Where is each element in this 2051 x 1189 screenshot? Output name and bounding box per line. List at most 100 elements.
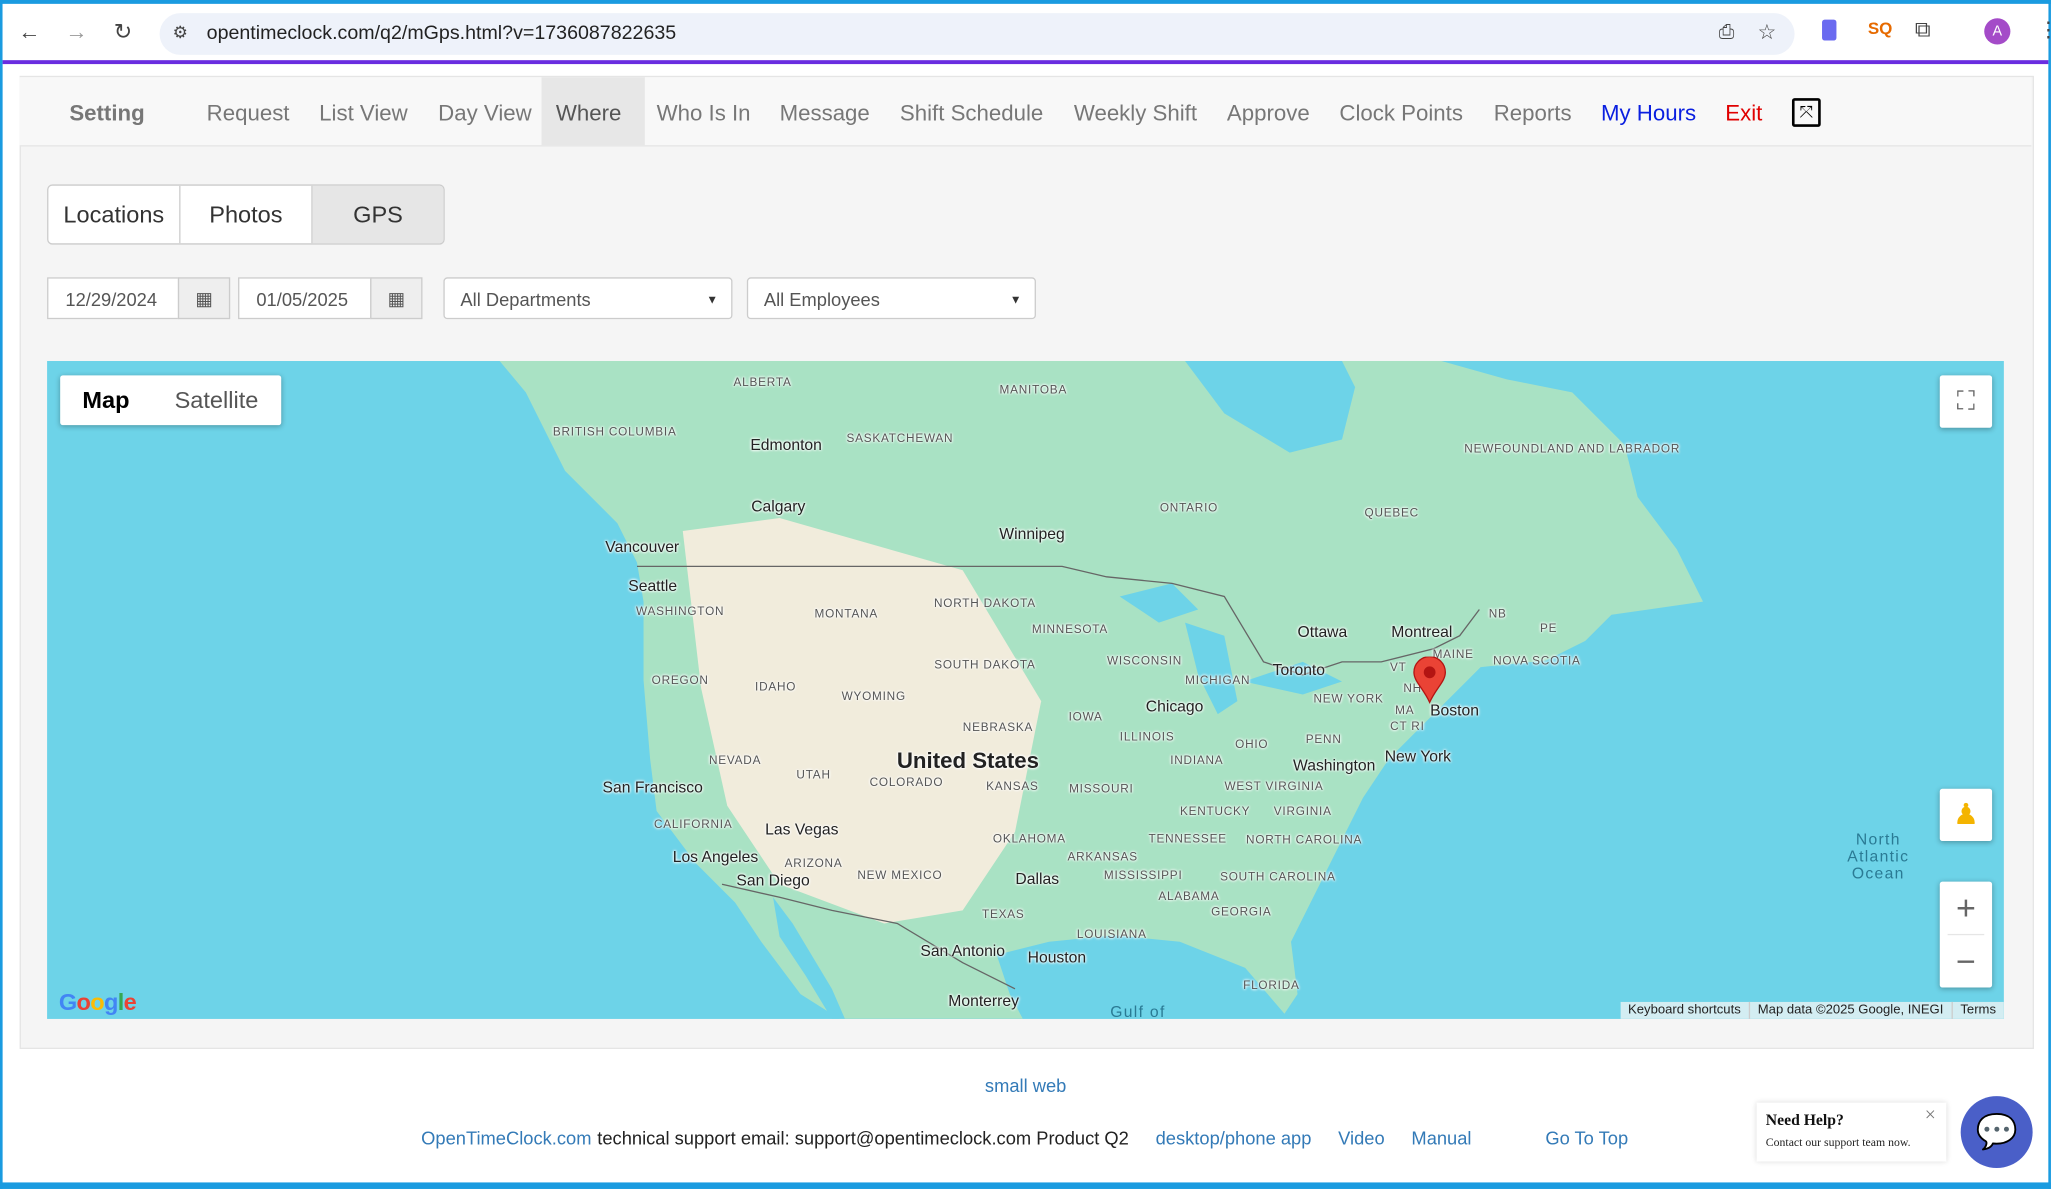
map-label: VIRGINIA bbox=[1273, 804, 1332, 818]
map-label: WASHINGTON bbox=[636, 604, 725, 618]
extension-icon[interactable] bbox=[1822, 19, 1837, 41]
forward-icon[interactable]: → bbox=[65, 20, 87, 46]
map-label: San Francisco bbox=[602, 778, 703, 797]
nav-shift-schedule[interactable]: Shift Schedule bbox=[886, 77, 1058, 145]
map-label: IOWA bbox=[1068, 710, 1103, 724]
url-text[interactable]: opentimeclock.com/q2/mGps.html?v=1736087… bbox=[207, 22, 677, 44]
nav-weekly-shift[interactable]: Weekly Shift bbox=[1059, 77, 1211, 145]
google-logo: Google bbox=[58, 988, 137, 1016]
support-text: technical support email: support@opentim… bbox=[597, 1127, 1129, 1149]
nav-reports[interactable]: Reports bbox=[1479, 77, 1586, 145]
nav-approve[interactable]: Approve bbox=[1213, 77, 1325, 145]
gps-map[interactable]: ALBERTA MANITOBA BRITISH COLUMBIA SASKATCHE… bbox=[47, 361, 2004, 1019]
map-label: ALABAMA bbox=[1158, 889, 1220, 903]
address-bar[interactable]: ⚙ opentimeclock.com/q2/mGps.html?v=17360… bbox=[159, 13, 1795, 55]
nav-message[interactable]: Message bbox=[765, 77, 884, 145]
map-label: San Antonio bbox=[920, 941, 1006, 961]
map-type-control: Map Satellite bbox=[60, 375, 282, 426]
fullscreen-icon[interactable]: ⛶ bbox=[1939, 375, 1993, 428]
map-label: OREGON bbox=[651, 673, 709, 687]
reload-icon[interactable]: ↻ bbox=[114, 20, 133, 46]
map-label: QUEBEC bbox=[1364, 506, 1419, 520]
map-label: NEWFOUNDLAND AND LABRADOR bbox=[1464, 442, 1681, 456]
map-label: PE bbox=[1540, 621, 1558, 635]
go-to-top-link[interactable]: Go To Top bbox=[1545, 1127, 1628, 1148]
site-settings-icon[interactable]: ⚙ bbox=[173, 22, 188, 43]
terms-link[interactable]: Terms bbox=[1953, 1002, 2004, 1019]
page: ← → ↻ ⚙ opentimeclock.com/q2/mGps.html?v… bbox=[0, 0, 2051, 1189]
page-accent-bar bbox=[2, 60, 2049, 65]
map-label: Las Vegas bbox=[765, 820, 839, 839]
main-nav: Setting Request List View Day View Where… bbox=[19, 77, 2032, 147]
map-label: Chicago bbox=[1145, 697, 1204, 716]
map-label: NEVADA bbox=[708, 753, 762, 767]
extension-sq-icon[interactable]: SQ bbox=[1868, 18, 1893, 38]
map-label: SOUTH CAROLINA bbox=[1220, 869, 1336, 883]
nav-who-is-in[interactable]: Who Is In bbox=[642, 77, 765, 145]
nav-my-hours[interactable]: My Hours bbox=[1587, 77, 1711, 145]
chat-icon[interactable]: 💬 bbox=[1960, 1096, 2033, 1169]
calendar-icon[interactable]: ▦ bbox=[177, 277, 231, 320]
map-label: OHIO bbox=[1235, 737, 1269, 751]
location-marker-icon[interactable] bbox=[1413, 656, 1447, 704]
zoom-out-icon[interactable]: − bbox=[1940, 935, 1992, 987]
map-label: MINNESOTA bbox=[1031, 622, 1109, 636]
map-label: MANITOBA bbox=[999, 383, 1068, 397]
star-icon[interactable]: ☆ bbox=[1758, 20, 1777, 46]
nav-exit[interactable]: Exit bbox=[1711, 77, 1777, 145]
zoom-control: + − bbox=[1939, 881, 1993, 988]
nav-request[interactable]: Request bbox=[192, 77, 304, 145]
help-subtitle: Contact our support team now. bbox=[1765, 1135, 1911, 1149]
map-label: North Atlantic Ocean bbox=[1847, 829, 1910, 883]
map-label: BRITISH COLUMBIA bbox=[552, 425, 677, 439]
nav-setting[interactable]: Setting bbox=[55, 77, 159, 145]
map-label: KANSAS bbox=[986, 779, 1039, 793]
end-date-input[interactable]: 01/05/2025 bbox=[238, 277, 372, 320]
map-label: SOUTH DAKOTA bbox=[934, 657, 1036, 672]
map-label: Houston bbox=[1027, 948, 1087, 967]
nav-list-view[interactable]: List View bbox=[305, 77, 422, 145]
opentimeclock-link[interactable]: OpenTimeClock.com bbox=[421, 1127, 591, 1148]
map-label: CT RI bbox=[1390, 719, 1425, 733]
small-web-link[interactable]: small web bbox=[985, 1075, 1066, 1096]
nav-day-view[interactable]: Day View bbox=[424, 77, 546, 145]
pegman-icon[interactable]: ♟ bbox=[1939, 788, 1993, 842]
map-type-map-button[interactable]: Map bbox=[60, 375, 152, 425]
video-link[interactable]: Video bbox=[1338, 1127, 1385, 1148]
map-type-satellite-button[interactable]: Satellite bbox=[152, 375, 281, 425]
close-icon[interactable]: × bbox=[1925, 1105, 1936, 1127]
department-select[interactable]: All Departments ▼ bbox=[443, 277, 733, 320]
nav-clock-points[interactable]: Clock Points bbox=[1325, 77, 1477, 145]
manual-link[interactable]: Manual bbox=[1411, 1127, 1471, 1148]
expand-icon[interactable]: ⤧ bbox=[1791, 98, 1821, 127]
extensions-puzzle-icon[interactable]: ⧉ bbox=[1915, 17, 1931, 43]
map-label: Winnipeg bbox=[999, 524, 1065, 543]
menu-icon[interactable]: ⋮ bbox=[2038, 17, 2051, 43]
map-label: ILLINOIS bbox=[1119, 729, 1175, 743]
install-icon[interactable]: ⎙ bbox=[1719, 21, 1735, 43]
map-label: Toronto bbox=[1272, 660, 1326, 679]
keyboard-shortcuts-link[interactable]: Keyboard shortcuts bbox=[1620, 1001, 1750, 1019]
map-label: VT bbox=[1389, 660, 1407, 674]
map-label: Monterrey bbox=[948, 991, 1019, 1010]
map-label: MONTANA bbox=[814, 606, 879, 620]
back-icon[interactable]: ← bbox=[18, 20, 40, 46]
map-label: United States bbox=[896, 748, 1039, 774]
zoom-in-icon[interactable]: + bbox=[1947, 882, 1985, 936]
desktop-phone-app-link[interactable]: desktop/phone app bbox=[1156, 1127, 1312, 1148]
map-label: NORTH DAKOTA bbox=[933, 596, 1036, 610]
start-date-input[interactable]: 12/29/2024 bbox=[47, 277, 180, 320]
map-label: MISSISSIPPI bbox=[1103, 868, 1183, 882]
map-label: INDIANA bbox=[1170, 753, 1224, 767]
tab-gps[interactable]: GPS bbox=[312, 185, 444, 244]
map-label: Ottawa bbox=[1297, 622, 1348, 641]
calendar-icon[interactable]: ▦ bbox=[370, 277, 423, 320]
help-popup[interactable]: Need Help? Contact our support team now.… bbox=[1756, 1102, 1947, 1162]
map-label: WYOMING bbox=[841, 689, 906, 703]
tab-locations[interactable]: Locations bbox=[48, 185, 181, 244]
employee-select[interactable]: All Employees ▼ bbox=[746, 277, 1036, 320]
nav-where[interactable]: Where bbox=[541, 77, 645, 146]
tab-photos[interactable]: Photos bbox=[181, 185, 313, 244]
department-value: All Departments bbox=[460, 289, 591, 310]
profile-avatar[interactable]: A bbox=[1984, 18, 2011, 45]
